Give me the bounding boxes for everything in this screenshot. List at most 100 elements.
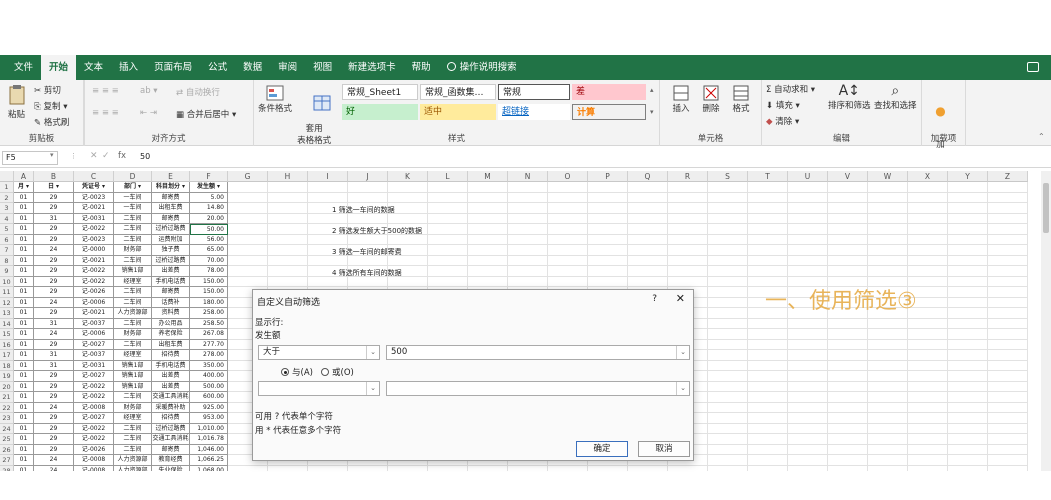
table-cell[interactable]: 01 <box>14 350 34 361</box>
table-cell[interactable] <box>588 182 628 193</box>
table-cell[interactable]: 记-0022 <box>74 381 114 392</box>
table-cell[interactable] <box>628 276 668 287</box>
table-cell[interactable]: 31 <box>34 213 74 224</box>
table-cell[interactable] <box>988 434 1028 445</box>
cancel-button[interactable]: 取消 <box>638 441 690 457</box>
table-cell[interactable]: 258.00 <box>190 308 228 319</box>
table-cell[interactable] <box>948 423 988 434</box>
table-cell[interactable] <box>868 423 908 434</box>
table-cell[interactable]: 24 <box>34 297 74 308</box>
table-cell[interactable] <box>908 392 948 403</box>
table-cell[interactable]: 29 <box>34 434 74 445</box>
table-cell[interactable]: 办公用品 <box>152 318 190 329</box>
table-cell[interactable] <box>828 423 868 434</box>
table-cell[interactable]: 29 <box>34 444 74 455</box>
table-cell[interactable]: 01 <box>14 224 34 235</box>
table-cell[interactable] <box>788 465 828 471</box>
table-cell[interactable]: 01 <box>14 234 34 245</box>
table-cell[interactable]: 邮寄费 <box>152 444 190 455</box>
table-cell[interactable]: 二车间 <box>114 339 152 350</box>
table-cell[interactable]: 258.50 <box>190 318 228 329</box>
table-cell[interactable] <box>988 245 1028 256</box>
table-cell[interactable]: 01 <box>14 266 34 277</box>
autosum-button[interactable]: Σ 自动求和 ▾ <box>766 83 815 95</box>
table-cell[interactable] <box>988 287 1028 298</box>
table-cell[interactable]: 财务部 <box>114 329 152 340</box>
table-cell[interactable]: 29 <box>34 276 74 287</box>
table-cell[interactable] <box>908 203 948 214</box>
table-cell[interactable] <box>468 182 508 193</box>
table-cell[interactable] <box>828 224 868 235</box>
table-cell[interactable]: 150.00 <box>190 287 228 298</box>
table-cell[interactable] <box>988 455 1028 466</box>
table-cell[interactable]: 招待费 <box>152 413 190 424</box>
table-cell[interactable] <box>548 255 588 266</box>
table-cell[interactable] <box>708 402 748 413</box>
table-cell[interactable] <box>908 371 948 382</box>
collapse-ribbon-icon[interactable]: ⌃ <box>1038 132 1045 141</box>
table-cell[interactable] <box>508 465 548 471</box>
table-cell[interactable]: 24 <box>34 455 74 466</box>
table-cell[interactable] <box>868 255 908 266</box>
table-cell[interactable] <box>628 224 668 235</box>
table-cell[interactable] <box>708 276 748 287</box>
table-cell[interactable] <box>628 234 668 245</box>
row-header[interactable]: 25 <box>0 434 14 445</box>
table-cell[interactable] <box>588 465 628 471</box>
table-cell[interactable] <box>788 423 828 434</box>
table-cell[interactable] <box>708 413 748 424</box>
table-cell[interactable]: 1,046.00 <box>190 444 228 455</box>
table-cell[interactable]: 邮寄费 <box>152 287 190 298</box>
table-cell[interactable]: 出差费 <box>152 266 190 277</box>
table-cell[interactable] <box>988 213 1028 224</box>
table-cell[interactable] <box>748 350 788 361</box>
table-cell[interactable]: 记-0037 <box>74 318 114 329</box>
and-radio[interactable]: 与(A) <box>281 366 313 378</box>
table-cell[interactable]: 01 <box>14 371 34 382</box>
table-cell[interactable]: 01 <box>14 413 34 424</box>
table-cell[interactable] <box>868 465 908 471</box>
table-cell[interactable]: 记-0027 <box>74 413 114 424</box>
table-cell[interactable] <box>748 224 788 235</box>
copy-button[interactable]: ⎘ 复制 ▾ <box>34 100 68 112</box>
table-cell[interactable] <box>588 203 628 214</box>
table-cell[interactable] <box>428 276 468 287</box>
table-cell[interactable] <box>628 192 668 203</box>
table-cell[interactable] <box>508 213 548 224</box>
table-cell[interactable]: 01 <box>14 465 34 471</box>
table-cell[interactable]: 29 <box>34 266 74 277</box>
style-normal-sheet1[interactable]: 常规_Sheet1 <box>342 84 418 100</box>
table-cell[interactable]: 一车间 <box>114 192 152 203</box>
table-cell[interactable] <box>988 339 1028 350</box>
table-cell[interactable] <box>588 245 628 256</box>
row-header[interactable]: 5 <box>0 224 14 235</box>
ok-button[interactable]: 确定 <box>576 441 628 457</box>
table-cell[interactable] <box>468 465 508 471</box>
indent-icon[interactable]: ⇤ ⇥ <box>140 108 157 118</box>
table-cell[interactable] <box>788 266 828 277</box>
table-cell[interactable] <box>868 402 908 413</box>
tab-view[interactable]: 视图 <box>305 55 340 80</box>
table-cell[interactable] <box>988 371 1028 382</box>
table-cell[interactable]: 24 <box>34 402 74 413</box>
table-cell[interactable] <box>428 213 468 224</box>
table-cell[interactable] <box>828 245 868 256</box>
table-cell[interactable] <box>388 213 428 224</box>
table-cell[interactable] <box>548 224 588 235</box>
tab-home[interactable]: 开始 <box>41 55 77 80</box>
table-cell[interactable] <box>988 423 1028 434</box>
table-cell[interactable] <box>268 182 308 193</box>
table-cell[interactable]: 养老保险 <box>152 329 190 340</box>
column-header[interactable]: J <box>348 171 388 182</box>
table-cell[interactable]: 500.00 <box>190 381 228 392</box>
table-cell[interactable]: 29 <box>34 192 74 203</box>
table-cell[interactable] <box>948 371 988 382</box>
table-cell[interactable] <box>988 266 1028 277</box>
table-cell[interactable] <box>908 318 948 329</box>
table-cell[interactable] <box>788 444 828 455</box>
table-cell[interactable] <box>708 224 748 235</box>
tab-help[interactable]: 帮助 <box>404 55 439 80</box>
table-cell[interactable]: 953.00 <box>190 413 228 424</box>
table-cell[interactable] <box>348 182 388 193</box>
table-cell[interactable] <box>988 413 1028 424</box>
